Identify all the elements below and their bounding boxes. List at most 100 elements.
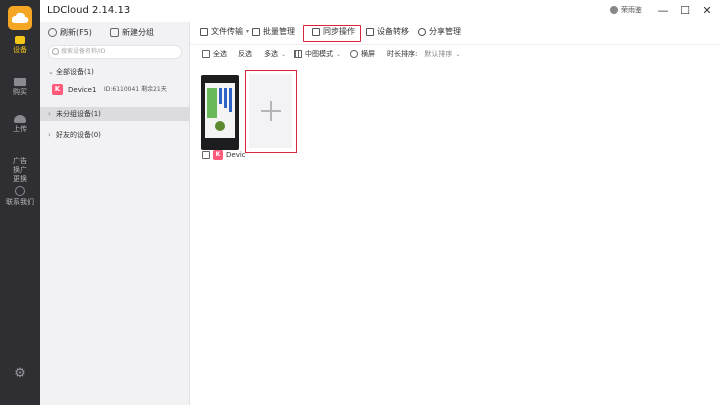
rail-item-contact[interactable]: 联系我们: [0, 186, 40, 207]
landscape-toggle[interactable]: 横屏: [350, 49, 375, 59]
device-checkbox[interactable]: [202, 151, 210, 159]
sort-value: 默认排序: [424, 50, 453, 58]
screen-graphic: [219, 88, 222, 104]
search-icon: [52, 48, 59, 55]
title-bar: LDCloud 2.14.13 荣雨鉴 — ☐ ✕: [40, 0, 720, 22]
screen-graphic: [224, 88, 227, 108]
minimize-button[interactable]: —: [654, 3, 672, 19]
settings-gear-icon[interactable]: ⚙: [13, 367, 27, 381]
upload-cloud-icon: [14, 115, 26, 123]
device-remaining: 剩余21天: [141, 86, 167, 93]
folder-add-icon: [110, 28, 119, 37]
view-mode-label: 中图模式: [305, 50, 333, 58]
multi-select-dropdown[interactable]: 多选 ⌄: [264, 49, 286, 59]
app-title: LDCloud 2.14.13: [47, 5, 131, 16]
refresh-icon: [48, 28, 57, 37]
chevron-down-icon: ⌄: [281, 50, 287, 58]
rail-item-devices[interactable]: 设备: [0, 36, 40, 55]
landscape-label: 横屏: [361, 50, 375, 58]
checkbox-icon: [202, 50, 210, 58]
group-label: 好友的设备(0): [56, 131, 101, 139]
device-card-name: Devic: [226, 151, 246, 159]
screen-graphic: [215, 121, 225, 131]
rail-item-ads[interactable]: 广告 换广 更换: [0, 148, 40, 184]
support-icon: [15, 186, 25, 196]
add-device-card[interactable]: [245, 70, 297, 153]
device-name: Device1: [68, 86, 97, 94]
grid-icon: [294, 50, 302, 58]
select-all-checkbox[interactable]: 全选: [202, 49, 227, 59]
device-screen-preview: [205, 83, 235, 138]
device-list-item[interactable]: K Device1 ID:6110041 剩余21天: [52, 83, 186, 97]
chevron-down-icon: ▾: [246, 28, 250, 35]
main-toolbar: 文件传输 ▾ 批量管理 同步操作 设备转移 分享管理: [190, 22, 720, 42]
sort-dropdown[interactable]: 时长排序: 默认排序 ⌄: [387, 49, 460, 59]
rail-item-label: 联系我们: [6, 198, 34, 206]
device-id: ID:6110041 剩余21天: [104, 83, 167, 97]
search-placeholder: 搜索设备名称/ID: [61, 48, 106, 55]
device-icon: [15, 36, 25, 44]
rail-item-label: 上传: [13, 125, 27, 133]
new-group-button[interactable]: 新建分组: [110, 27, 154, 38]
device-panel: 刷新(F5) 新建分组 搜索设备名称/ID ⌄ 全部设备(1) K Device1…: [40, 22, 190, 405]
select-all-label: 全选: [213, 50, 227, 58]
rail-item-buy[interactable]: 购买: [0, 78, 40, 97]
cart-icon: [14, 78, 26, 86]
rail-item-upload[interactable]: 上传: [0, 115, 40, 134]
invert-label: 反选: [238, 50, 252, 58]
refresh-label: 刷新(F5): [60, 28, 92, 37]
rail-item-label: 设备: [13, 46, 27, 54]
device-card[interactable]: [201, 75, 239, 150]
close-button[interactable]: ✕: [698, 3, 716, 19]
view-mode-dropdown[interactable]: 中图模式 ⌄: [294, 49, 341, 59]
maximize-button[interactable]: ☐: [676, 3, 694, 19]
new-group-label: 新建分组: [122, 28, 154, 37]
device-panel-toolbar: 刷新(F5) 新建分组: [40, 22, 190, 42]
invert-select-button[interactable]: 反选: [238, 49, 252, 59]
share-manage-label: 分享管理: [429, 27, 461, 36]
chevron-right-icon: ›: [48, 131, 51, 139]
selection-toolbar: 全选 反选 多选 ⌄ 中图模式 ⌄ 横屏 时长排序: 默认排序 ⌄: [190, 44, 720, 62]
device-badge-icon: K: [52, 84, 63, 95]
chevron-down-icon: ⌄: [48, 68, 54, 76]
file-transfer-label: 文件传输: [211, 27, 243, 36]
group-friends[interactable]: › 好友的设备(0): [40, 128, 190, 142]
sort-label: 时长排序:: [387, 50, 418, 58]
chevron-down-icon: ⌄: [455, 50, 461, 58]
device-id-text: ID:6110041: [104, 86, 140, 93]
file-icon: [200, 28, 208, 36]
add-device-area: [249, 74, 292, 148]
transfer-icon: [366, 28, 374, 36]
group-all-devices[interactable]: ⌄ 全部设备(1): [40, 65, 190, 79]
device-transfer-label: 设备转移: [377, 27, 409, 36]
batch-manage-button[interactable]: 批量管理: [252, 25, 295, 39]
plus-icon: [270, 101, 272, 121]
file-transfer-button[interactable]: 文件传输 ▾: [200, 25, 249, 39]
app-logo-icon: [8, 6, 32, 30]
highlight-box: [303, 25, 361, 42]
group-label: 全部设备(1): [56, 68, 94, 76]
batch-icon: [252, 28, 260, 36]
chevron-right-icon: ›: [48, 110, 51, 118]
chevron-down-icon: ⌄: [336, 50, 342, 58]
screen-graphic: [229, 88, 232, 112]
device-search-input[interactable]: 搜索设备名称/ID: [48, 45, 182, 59]
rail-item-label: 广告 换广 更换: [13, 157, 27, 183]
main-area: 文件传输 ▾ 批量管理 同步操作 设备转移 分享管理 全选 反选 多选 ⌄ 中图…: [190, 22, 720, 405]
rail-item-label: 购买: [13, 88, 27, 96]
user-account[interactable]: 荣雨鉴: [610, 5, 642, 15]
user-name: 荣雨鉴: [621, 6, 642, 14]
device-transfer-button[interactable]: 设备转移: [366, 25, 409, 39]
group-label: 未分组设备(1): [56, 110, 101, 118]
batch-manage-label: 批量管理: [263, 27, 295, 36]
screen-graphic: [207, 88, 217, 118]
left-rail: 设备 购买 上传 广告 换广 更换 联系我们 ⚙: [0, 0, 40, 405]
group-ungrouped[interactable]: › 未分组设备(1): [40, 107, 190, 121]
refresh-button[interactable]: 刷新(F5): [48, 27, 92, 38]
share-manage-button[interactable]: 分享管理: [418, 25, 461, 39]
rotate-icon: [350, 50, 358, 58]
device-card-label: K Devic: [201, 149, 249, 161]
multi-label: 多选: [264, 50, 278, 58]
user-icon: [610, 6, 618, 14]
share-user-icon: [418, 28, 426, 36]
